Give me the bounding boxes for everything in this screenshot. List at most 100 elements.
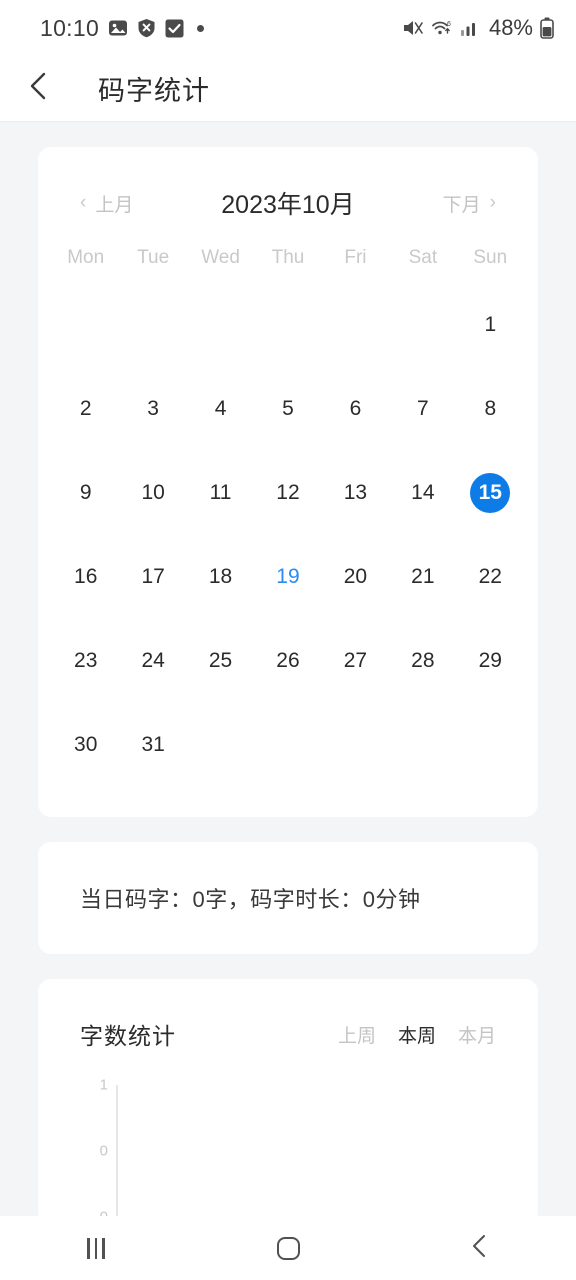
battery-icon [540, 17, 554, 39]
calendar-day[interactable]: 21 [389, 535, 456, 619]
calendar-day[interactable]: 11 [187, 451, 254, 535]
calendar-grid: Mon Tue Wed Thu Fri Sat Sun 1 2 3 4 5 6 7 8 9 10 11 12 13 14… [38, 247, 538, 817]
range-tab-inactive[interactable]: 上周 [338, 1021, 376, 1048]
calendar-header: ‹ 上月 2023年10月 下月 › [38, 147, 538, 221]
nav-home-button[interactable] [233, 1216, 343, 1280]
next-month-label: 下月 [442, 194, 481, 216]
calendar-day[interactable]: 22 [457, 535, 524, 619]
calendar-day[interactable]: 20 [322, 535, 389, 619]
status-bar: 10:10 6 48% [0, 0, 576, 56]
weekday-header: Tue [137, 247, 170, 268]
battery-percent: 48% [488, 15, 533, 40]
nav-recents-button[interactable] [41, 1216, 151, 1280]
calendar-day[interactable]: 9 [52, 451, 119, 535]
calendar-day-label: 5 [282, 397, 294, 420]
weekday-header: Wed [201, 247, 240, 268]
android-nav-bar [0, 1216, 576, 1280]
calendar-day-label: 11 [209, 481, 232, 504]
daily-summary-text: 当日码字：0字，码字时长：0分钟 [80, 887, 421, 912]
chart-y-axis-line [116, 1085, 118, 1217]
calendar-day-label: 9 [79, 481, 92, 504]
calendar-day[interactable]: 1 [457, 283, 524, 367]
calendar-day-label: 3 [147, 397, 159, 420]
calendar-day-label: 23 [74, 649, 98, 672]
calendar-day[interactable]: 14 [389, 451, 456, 535]
calendar-day[interactable]: 15 [457, 451, 524, 535]
weekday-header: Sun [473, 247, 508, 268]
calendar-day-label: 4 [214, 397, 227, 420]
calendar-day[interactable]: 29 [457, 619, 524, 703]
prev-month-button[interactable]: ‹ 上月 [80, 190, 133, 217]
word-stats-header: 字数统计 上周 本周 本月 [38, 979, 538, 1051]
calendar-day[interactable]: 18 [187, 535, 254, 619]
chevron-left-icon: ‹ [80, 192, 87, 213]
calendar-day-label: 28 [411, 649, 435, 672]
calendar-day[interactable]: 31 [119, 703, 186, 787]
word-stats-title: 字数统计 [80, 1023, 176, 1049]
weekday-header: Thu [271, 247, 305, 268]
mute-icon [402, 18, 424, 38]
calendar-day-label: 14 [411, 481, 435, 504]
calendar-day-label: 1 [484, 313, 497, 336]
calendar-day-label: 27 [343, 649, 368, 672]
back-button[interactable] [8, 58, 70, 120]
calendar-day[interactable]: 3 [119, 367, 186, 451]
range-tab-inactive[interactable]: 本月 [458, 1021, 496, 1048]
signal-icon [460, 18, 480, 38]
calendar-day-label: 13 [343, 481, 368, 504]
calendar-day-label: 16 [74, 565, 98, 588]
back-chevron-icon [469, 1234, 491, 1263]
calendar-day[interactable]: 12 [254, 451, 321, 535]
daily-summary-card: 当日码字：0字，码字时长：0分钟 [38, 842, 538, 954]
calendar-day[interactable]: 6 [322, 367, 389, 451]
dot-icon [197, 24, 205, 32]
range-tab-active[interactable]: 本周 [398, 1021, 436, 1048]
calendar-day[interactable]: 5 [254, 367, 321, 451]
calendar-day-label: 7 [417, 397, 429, 420]
calendar-day-label: 22 [478, 565, 502, 588]
calendar-day[interactable]: 24 [119, 619, 186, 703]
calendar-day[interactable]: 28 [389, 619, 456, 703]
calendar-day[interactable]: 7 [389, 367, 456, 451]
word-stats-card: 字数统计 上周本周本月 100 [38, 979, 538, 1226]
calendar-day-label: 17 [141, 565, 165, 588]
weekday-header: Mon [67, 247, 105, 268]
wifi-icon: 6 [431, 18, 453, 38]
calendar-day[interactable]: 16 [52, 535, 119, 619]
status-bar-left: 10:10 [40, 14, 205, 42]
calendar-day-label: 10 [141, 481, 165, 504]
app-bar: 码字统计 [0, 56, 576, 122]
status-clock: 10:10 [40, 14, 100, 41]
page-content: ‹ 上月 2023年10月 下月 › Mon Tue Wed Thu Fri Sat Sun… [0, 147, 576, 1226]
calendar-day-label: 31 [141, 733, 165, 756]
calendar-month-title: 2023年10月 [221, 191, 355, 219]
calendar-day[interactable]: 19 [254, 535, 321, 619]
calendar-day[interactable]: 10 [119, 451, 186, 535]
weekday-header: Fri [344, 247, 367, 268]
chevron-right-icon: › [489, 192, 496, 213]
calendar-day-label: 15 [470, 473, 511, 513]
calendar-day-label: 20 [343, 565, 368, 588]
calendar-day[interactable]: 25 [187, 619, 254, 703]
chart-y-tick-label: 1 [99, 1076, 108, 1094]
calendar-day-label: 21 [411, 565, 435, 588]
calendar-day[interactable]: 27 [322, 619, 389, 703]
next-month-button[interactable]: 下月 › [443, 190, 496, 217]
calendar-day[interactable]: 2 [52, 367, 119, 451]
calendar-day[interactable]: 4 [187, 367, 254, 451]
calendar-day[interactable]: 17 [119, 535, 186, 619]
calendar-day[interactable]: 30 [52, 703, 119, 787]
calendar-day-label: 24 [141, 649, 165, 672]
calendar-day[interactable]: 23 [52, 619, 119, 703]
chart-y-tick-label: 0 [99, 1142, 108, 1160]
calendar-day[interactable]: 26 [254, 619, 321, 703]
page-title: 码字统计 [98, 76, 210, 106]
calendar-day-label: 25 [208, 649, 233, 672]
calendar-card: ‹ 上月 2023年10月 下月 › Mon Tue Wed Thu Fri Sat Sun… [38, 147, 538, 817]
calendar-day[interactable]: 8 [457, 367, 524, 451]
chart-y-axis-ticks: 100 [86, 1077, 108, 1226]
calendar-day[interactable]: 13 [322, 451, 389, 535]
nav-back-button[interactable] [425, 1216, 535, 1280]
calendar-day-label: 26 [276, 649, 300, 672]
weekday-header: Sat [408, 247, 438, 268]
